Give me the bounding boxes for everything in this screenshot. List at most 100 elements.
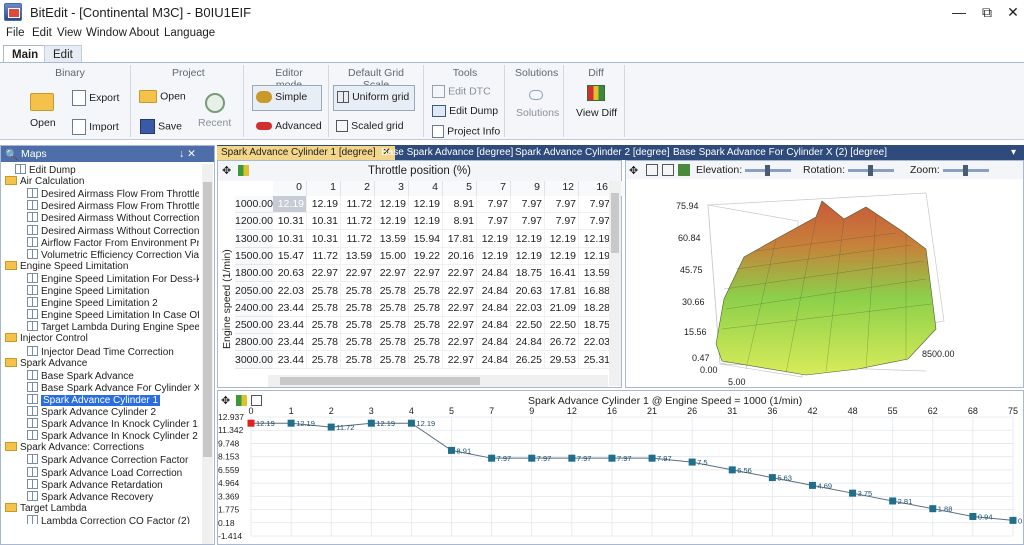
- table-cell[interactable]: 10.31: [307, 213, 341, 231]
- table-cell[interactable]: 11.72: [341, 196, 375, 213]
- table-cell[interactable]: 12.19: [477, 247, 511, 265]
- data-point[interactable]: [287, 419, 295, 427]
- surface-plot[interactable]: 75.94 60.84 45.75 30.66 15.56 0.47 0.00 …: [626, 179, 1023, 387]
- table-cell[interactable]: 25.78: [375, 334, 409, 352]
- table-hscroll-thumb[interactable]: [280, 377, 480, 385]
- table-cell[interactable]: 22.97: [307, 265, 341, 283]
- table-cell[interactable]: 11.72: [341, 230, 375, 248]
- table-cell[interactable]: 26.25: [511, 351, 545, 369]
- menu-view[interactable]: View: [57, 27, 82, 39]
- tree-item[interactable]: Lambda Correction CO Factor (2): [27, 514, 190, 524]
- data-point[interactable]: [929, 505, 937, 513]
- menu-language[interactable]: Language: [164, 27, 215, 39]
- tree-item[interactable]: Edit Dump: [15, 164, 76, 176]
- zoom-slider[interactable]: [942, 164, 989, 176]
- table-cell[interactable]: 23.44: [273, 317, 307, 335]
- table-cell[interactable]: 24.84: [477, 299, 511, 317]
- data-point[interactable]: [488, 454, 496, 462]
- close-button[interactable]: ✕: [998, 2, 1024, 22]
- menu-about[interactable]: About: [129, 27, 159, 39]
- table-cell[interactable]: 25.78: [341, 282, 375, 300]
- rotation-slider[interactable]: [848, 164, 895, 176]
- tree-item[interactable]: Desired Airmass Flow From Throttle Pos: [27, 200, 199, 212]
- table-cell[interactable]: 7.97: [579, 196, 609, 213]
- table-cell[interactable]: 7.97: [545, 196, 579, 213]
- table-cell[interactable]: 20.63: [511, 282, 545, 300]
- table-cell[interactable]: 7.97: [511, 196, 545, 213]
- tab-spark-advance-cyl1[interactable]: Spark Advance Cylinder 1 [degree] ✕: [217, 146, 395, 160]
- table-cell[interactable]: 25.31: [579, 352, 609, 369]
- table-cell[interactable]: 10.31: [273, 230, 307, 248]
- table-cell[interactable]: 26.72: [545, 334, 579, 352]
- table-cell[interactable]: 25.78: [341, 317, 375, 335]
- table-cell[interactable]: 22.97: [443, 317, 477, 335]
- solutions-button[interactable]: Solutions: [516, 89, 559, 119]
- tree-item[interactable]: Spark Advance Correction Factor: [27, 454, 188, 466]
- table-cell[interactable]: 22.97: [443, 299, 477, 317]
- table-cell[interactable]: 25.78: [375, 351, 409, 369]
- menu-file[interactable]: File: [6, 27, 25, 39]
- table-cell[interactable]: 12.19: [307, 196, 341, 213]
- table-cell[interactable]: 7.97: [477, 196, 511, 213]
- table-cell[interactable]: 12.19: [545, 230, 579, 248]
- tree-item[interactable]: Spark Advance Recovery: [27, 490, 153, 503]
- edit-dump-button[interactable]: Edit Dump: [432, 105, 498, 118]
- axes-icon[interactable]: [662, 164, 674, 176]
- data-point[interactable]: [608, 454, 616, 462]
- tree-item[interactable]: Airflow Factor From Environment Pressu: [27, 236, 199, 249]
- table-cell[interactable]: 29.53: [545, 351, 579, 369]
- tree-item[interactable]: Engine Speed Limitation For Dess-key: [27, 272, 199, 285]
- table-cell[interactable]: 25.78: [307, 334, 341, 352]
- tree-item[interactable]: Engine Speed Limitation: [27, 285, 149, 297]
- minimize-button[interactable]: —: [944, 2, 974, 22]
- move-icon[interactable]: ✥: [221, 394, 230, 407]
- data-point[interactable]: [568, 454, 576, 462]
- elevation-control[interactable]: Elevation:: [696, 164, 794, 176]
- table-cell[interactable]: 16.88: [579, 283, 609, 300]
- tree-scrollbar[interactable]: [202, 164, 213, 544]
- simple-mode-button[interactable]: Simple: [252, 85, 322, 111]
- search-icon[interactable]: 🔍: [5, 148, 18, 161]
- table-cell[interactable]: 13.59: [579, 265, 609, 283]
- table-cell[interactable]: 22.03: [579, 334, 609, 352]
- table-cell[interactable]: 25.78: [409, 334, 443, 352]
- tree-item[interactable]: Base Spark Advance: [27, 369, 134, 382]
- table-cell[interactable]: 12.19: [545, 247, 579, 265]
- table-cell[interactable]: 11.72: [307, 247, 341, 265]
- table-cell[interactable]: 22.97: [409, 265, 443, 283]
- table-cell[interactable]: 22.97: [443, 351, 477, 369]
- tree-item[interactable]: Spark Advance Retardation: [27, 478, 163, 491]
- uniform-grid-button[interactable]: Uniform grid: [333, 85, 415, 111]
- table-cell[interactable]: 18.75: [579, 317, 609, 335]
- table-cell[interactable]: 25.78: [409, 299, 443, 317]
- table-cell[interactable]: 12.19: [579, 231, 609, 248]
- table-cell[interactable]: 13.59: [341, 247, 375, 265]
- move-icon[interactable]: ✥: [629, 164, 638, 177]
- table-cell[interactable]: 8.91: [443, 213, 477, 231]
- table-cell[interactable]: 18.75: [511, 265, 545, 283]
- line-chart[interactable]: 0 1 2 3 4 5 7 9 12 16 21 26 31 36 42 48 55 62 68 7512.93711…: [218, 407, 1023, 544]
- table-cell[interactable]: 23.44: [273, 334, 307, 352]
- table-cell[interactable]: 15.94: [409, 230, 443, 248]
- tree-item[interactable]: Desired Airmass Without Corrections Cy: [27, 224, 199, 237]
- binary-open-button[interactable]: Open: [30, 93, 56, 129]
- table-cell[interactable]: 22.97: [443, 265, 477, 283]
- data-point[interactable]: [808, 481, 816, 489]
- color-map-icon[interactable]: [236, 395, 247, 406]
- table-cell[interactable]: 20.63: [273, 265, 307, 283]
- table-cell[interactable]: 24.84: [511, 334, 545, 352]
- table-cell[interactable]: 15.00: [375, 247, 409, 265]
- table-cell[interactable]: 7.97: [545, 213, 579, 231]
- table-cell[interactable]: 25.78: [307, 317, 341, 335]
- data-point[interactable]: [728, 466, 736, 474]
- data-point[interactable]: [648, 454, 656, 462]
- tree-folder[interactable]: Engine Speed Limitation: [5, 260, 128, 273]
- table-cell[interactable]: 25.78: [341, 351, 375, 369]
- tree-item[interactable]: Engine Speed Limitation In Case Of Syst: [27, 309, 199, 321]
- table-cell[interactable]: 11.72: [341, 213, 375, 231]
- data-point[interactable]: [1009, 516, 1017, 524]
- table-cell[interactable]: 18.28: [579, 300, 609, 317]
- table-cell[interactable]: 12.19: [375, 213, 409, 231]
- tab-spark-advance-cyl2[interactable]: Spark Advance Cylinder 2 [degree]: [511, 146, 674, 160]
- table-cell[interactable]: 22.97: [443, 334, 477, 352]
